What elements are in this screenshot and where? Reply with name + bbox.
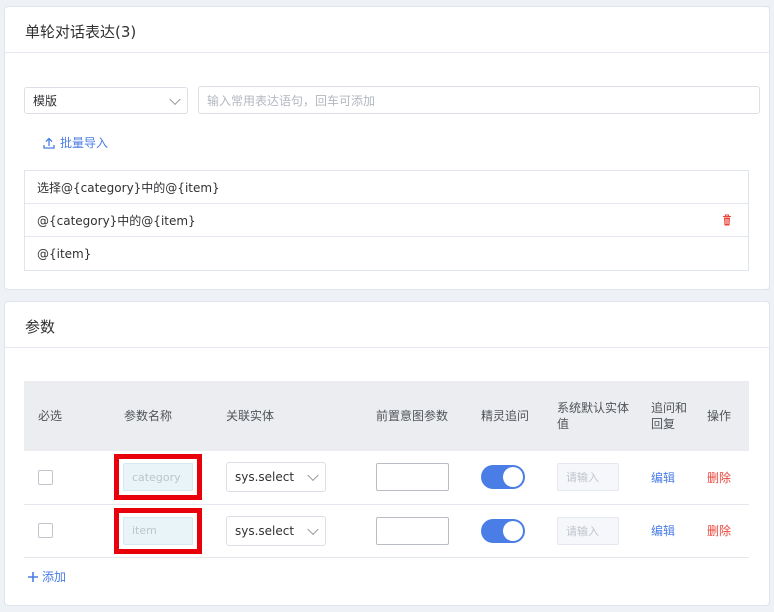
expressions-card: 单轮对话表达(3) 模版 输入常用表达语句，回车可添加 批量导入 选择@{cat… xyxy=(4,6,770,290)
expression-input-placeholder: 输入常用表达语句，回车可添加 xyxy=(207,93,376,108)
param-name-input[interactable]: item xyxy=(123,516,193,545)
expression-text: @{category}中的@{item} xyxy=(37,213,196,228)
chevron-down-icon xyxy=(307,469,319,482)
header-actions: 操作 xyxy=(693,381,749,451)
delete-link[interactable]: 删除 xyxy=(707,471,731,485)
default-value-placeholder: 请输入 xyxy=(566,471,599,485)
expression-list: 选择@{category}中的@{item} @{category}中的@{it… xyxy=(24,170,749,271)
header-entity: 关联实体 xyxy=(212,381,362,451)
trash-icon[interactable] xyxy=(722,214,732,226)
highlight-box: item xyxy=(114,507,202,554)
list-item[interactable]: @{item} xyxy=(25,237,748,270)
params-table: 必选 参数名称 关联实体 前置意图参数 精灵追问 系统默认实体值 追问和回复 操… xyxy=(24,381,749,558)
param-name-placeholder: item xyxy=(132,524,157,537)
entity-select[interactable]: sys.select xyxy=(226,462,326,493)
header-default-value: 系统默认实体值 xyxy=(543,381,637,451)
chevron-down-icon xyxy=(307,523,319,535)
pre-intent-param-input[interactable] xyxy=(376,463,449,492)
default-value-input[interactable]: 请输入 xyxy=(557,463,619,492)
add-param-label: 添加 xyxy=(42,570,67,584)
batch-import-button[interactable]: 批量导入 xyxy=(43,134,108,151)
list-item[interactable]: @{category}中的@{item} xyxy=(25,204,748,237)
required-checkbox[interactable] xyxy=(38,469,53,485)
param-name-placeholder: category xyxy=(132,470,181,484)
table-header-row: 必选 参数名称 关联实体 前置意图参数 精灵追问 系统默认实体值 追问和回复 操… xyxy=(24,381,749,451)
plus-icon xyxy=(28,571,38,582)
header-followup: 精灵追问 xyxy=(467,381,543,451)
edit-link[interactable]: 编辑 xyxy=(651,524,675,538)
template-select-value: 模版 xyxy=(33,94,58,108)
expression-text: 选择@{category}中的@{item} xyxy=(37,180,220,195)
entity-select-value: sys.select xyxy=(235,470,295,485)
toggle-knob xyxy=(503,467,523,488)
followup-toggle[interactable] xyxy=(481,465,525,490)
header-followup-reply: 追问和回复 xyxy=(637,381,693,451)
entity-select-value: sys.select xyxy=(235,523,295,538)
delete-link[interactable]: 删除 xyxy=(707,524,731,538)
header-param-name: 参数名称 xyxy=(110,381,212,451)
header-required: 必选 xyxy=(24,381,110,451)
default-value-input[interactable]: 请输入 xyxy=(557,516,619,545)
expressions-title: 单轮对话表达(3) xyxy=(5,7,769,53)
toggle-knob xyxy=(503,520,523,541)
followup-toggle[interactable] xyxy=(481,518,525,543)
params-title: 参数 xyxy=(5,302,769,348)
chevron-down-icon xyxy=(169,93,181,105)
upload-icon xyxy=(43,137,55,149)
default-value-placeholder: 请输入 xyxy=(566,524,599,538)
required-checkbox[interactable] xyxy=(38,523,53,538)
entity-select[interactable]: sys.select xyxy=(226,515,326,546)
expression-input[interactable]: 输入常用表达语句，回车可添加 xyxy=(198,86,760,114)
expression-text: @{item} xyxy=(37,246,92,261)
table-row: item sys.select 请输入 编辑 删除 xyxy=(24,504,749,558)
params-card: 参数 必选 参数名称 关联实体 前置意图参数 精灵追问 系统默认实体值 追问和回… xyxy=(4,301,770,606)
table-row: category sys.select 请输入 编辑 删除 xyxy=(24,451,749,505)
param-name-input[interactable]: category xyxy=(123,463,193,492)
header-pre-intent-param: 前置意图参数 xyxy=(362,381,467,451)
template-select[interactable]: 模版 xyxy=(24,87,188,114)
batch-import-label: 批量导入 xyxy=(60,136,109,150)
edit-link[interactable]: 编辑 xyxy=(651,471,675,485)
highlight-box: category xyxy=(114,454,202,501)
pre-intent-param-input[interactable] xyxy=(376,516,449,545)
add-param-button[interactable]: 添加 xyxy=(27,568,66,585)
list-item[interactable]: 选择@{category}中的@{item} xyxy=(25,171,748,204)
